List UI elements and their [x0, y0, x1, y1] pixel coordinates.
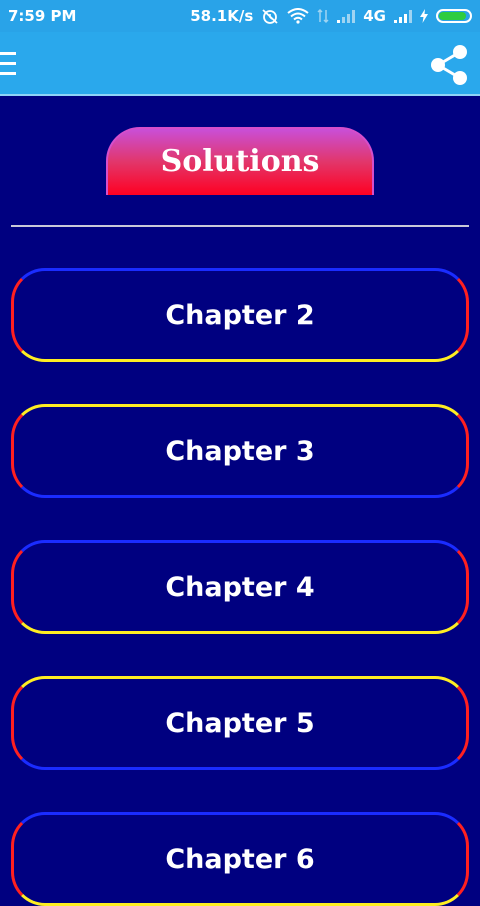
battery-icon — [436, 9, 472, 23]
signal-strength-icon — [337, 8, 356, 24]
signal-strength-icon-2 — [394, 8, 412, 24]
chapter-button-4[interactable]: Chapter 4 — [11, 540, 469, 634]
chapter-button-5[interactable]: Chapter 5 — [11, 676, 469, 770]
page-title: Solutions — [160, 143, 320, 179]
wifi-icon — [287, 8, 309, 24]
chapter-label: Chapter 6 — [165, 843, 315, 875]
network-type: 4G — [363, 7, 386, 25]
chapter-label: Chapter 5 — [165, 707, 315, 739]
chapter-button-3[interactable]: Chapter 3 — [11, 404, 469, 498]
share-icon[interactable] — [426, 42, 472, 88]
battery-fill — [439, 12, 466, 20]
alarm-off-icon — [261, 8, 279, 24]
charging-icon — [420, 8, 428, 24]
chapter-button-2[interactable]: Chapter 2 — [11, 268, 469, 362]
divider — [11, 225, 469, 227]
hamburger-menu-icon[interactable] — [0, 52, 24, 78]
status-bar: 7:59 PM 58.1K/s 4G — [0, 0, 480, 32]
data-transfer-icon — [317, 8, 329, 24]
solutions-banner: Solutions — [106, 127, 374, 195]
chapter-label: Chapter 3 — [165, 435, 315, 467]
chapter-label: Chapter 4 — [165, 571, 315, 603]
chapter-button-6[interactable]: Chapter 6 — [11, 812, 469, 906]
status-indicators: 58.1K/s 4G — [190, 7, 472, 25]
network-speed: 58.1K/s — [190, 7, 254, 25]
app-toolbar — [0, 32, 480, 96]
chapter-label: Chapter 2 — [165, 299, 315, 331]
status-time: 7:59 PM — [8, 7, 77, 25]
